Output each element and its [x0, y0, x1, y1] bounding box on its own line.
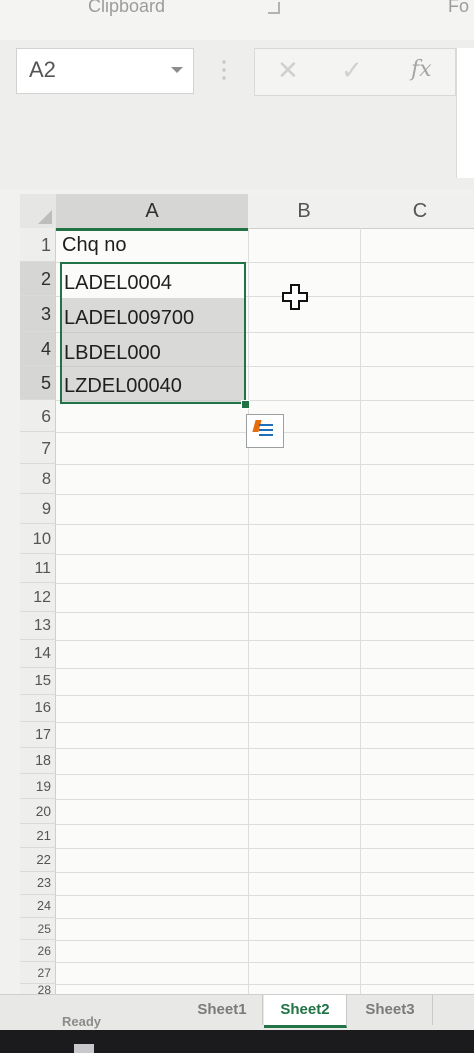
quick-analysis-button[interactable]	[246, 414, 284, 448]
row-header-7[interactable]: 7	[20, 432, 56, 464]
row-header-26[interactable]: 26	[20, 940, 56, 962]
row-header-5[interactable]: 5	[20, 366, 56, 400]
sheet-tab-sheet3[interactable]: Sheet3	[348, 995, 433, 1025]
formula-bar-buttons: ✕ ✓ fx	[254, 48, 456, 96]
row-header-20[interactable]: 20	[20, 799, 56, 824]
taskbar	[0, 1030, 474, 1053]
row-gridline	[56, 583, 474, 584]
cross-cursor-icon	[282, 284, 308, 310]
row-header-27[interactable]: 27	[20, 962, 56, 984]
row-header-4[interactable]: 4	[20, 332, 56, 366]
row-header-22[interactable]: 22	[20, 848, 56, 872]
row-header-19[interactable]: 19	[20, 774, 56, 799]
cell-a5[interactable]: LZDEL00040	[64, 375, 182, 398]
font-group-label: Fo	[448, 0, 470, 16]
clipboard-group-label: Clipboard	[88, 0, 166, 16]
cell-a2[interactable]: LADEL0004	[64, 272, 172, 295]
row-gridline	[56, 962, 474, 963]
cell-a3[interactable]: LADEL009700	[64, 307, 194, 330]
cell-a1[interactable]: Chq no	[62, 234, 127, 257]
row-header-25[interactable]: 25	[20, 918, 56, 940]
name-box-value: A2	[29, 57, 56, 82]
cell-a4[interactable]: LBDEL000	[64, 342, 161, 365]
column-gridline	[360, 228, 361, 998]
column-header-a[interactable]: A	[56, 194, 249, 231]
name-box[interactable]: A2	[16, 48, 194, 94]
status-mode: Ready	[62, 1014, 102, 1029]
sheet-tab-sheet1[interactable]: Sheet1	[182, 995, 263, 1025]
formula-bar-grip-icon[interactable]	[222, 58, 226, 82]
row-gridline	[56, 918, 474, 919]
row-gridline	[56, 612, 474, 613]
row-header-9[interactable]: 9	[20, 494, 56, 524]
row-gridline	[56, 872, 474, 873]
row-header-10[interactable]: 10	[20, 524, 56, 554]
column-header-b[interactable]: B	[248, 194, 361, 229]
row-gridline	[56, 984, 474, 985]
cancel-icon[interactable]: ✕	[277, 55, 299, 86]
insert-function-button[interactable]: fx	[411, 57, 432, 82]
select-all-icon	[38, 210, 52, 224]
row-gridline	[56, 774, 474, 775]
row-header-24[interactable]: 24	[20, 895, 56, 918]
row-gridline	[56, 464, 474, 465]
row-header-23[interactable]: 23	[20, 872, 56, 895]
row-header-2[interactable]: 2	[20, 262, 56, 296]
row-header-1[interactable]: 1	[20, 228, 56, 262]
row-gridline	[56, 668, 474, 669]
row-gridline	[56, 494, 474, 495]
row-header-17[interactable]: 17	[20, 722, 56, 748]
row-gridline	[56, 799, 474, 800]
row-header-12[interactable]: 12	[20, 583, 56, 612]
row-header-18[interactable]: 18	[20, 748, 56, 774]
windows-start-icon[interactable]	[74, 1044, 94, 1053]
row-gridline	[56, 824, 474, 825]
worksheet-grid[interactable]: A B C 1 2 3 4 5 6 7 8 9 10 11 12 13 14 15 16 17 18 19 20 21 2…	[20, 194, 474, 998]
row-header-3[interactable]: 3	[20, 296, 56, 332]
fill-handle[interactable]	[241, 400, 250, 409]
row-header-8[interactable]: 8	[20, 464, 56, 494]
column-gridline	[248, 228, 249, 998]
row-header-6[interactable]: 6	[20, 400, 56, 432]
row-gridline	[56, 554, 474, 555]
chevron-down-icon[interactable]	[171, 67, 183, 73]
row-gridline	[56, 640, 474, 641]
row-header-14[interactable]: 14	[20, 640, 56, 668]
enter-check-icon[interactable]: ✓	[341, 55, 363, 86]
row-gridline	[56, 895, 474, 896]
column-header-c[interactable]: C	[360, 194, 474, 229]
formula-input[interactable]	[456, 48, 474, 178]
row-header-16[interactable]: 16	[20, 695, 56, 722]
ribbon-group-bar: Clipboard Fo	[0, 0, 474, 41]
row-gridline	[56, 524, 474, 525]
row-gridline	[56, 748, 474, 749]
excel-window: Clipboard Fo A2 ✕ ✓ fx A B C 1 2 3 4 5 6 7 8 9 10…	[0, 0, 474, 1053]
row-gridline	[56, 848, 474, 849]
row-gridline	[56, 695, 474, 696]
select-all-corner[interactable]	[20, 194, 57, 229]
row-header-11[interactable]: 11	[20, 554, 56, 583]
row-gridline	[56, 722, 474, 723]
row-header-21[interactable]: 21	[20, 824, 56, 848]
row-gridline	[56, 940, 474, 941]
dialog-launcher-icon[interactable]	[268, 2, 280, 14]
row-header-15[interactable]: 15	[20, 668, 56, 695]
row-header-13[interactable]: 13	[20, 612, 56, 640]
sheet-tab-sheet2[interactable]: Sheet2	[264, 995, 347, 1028]
